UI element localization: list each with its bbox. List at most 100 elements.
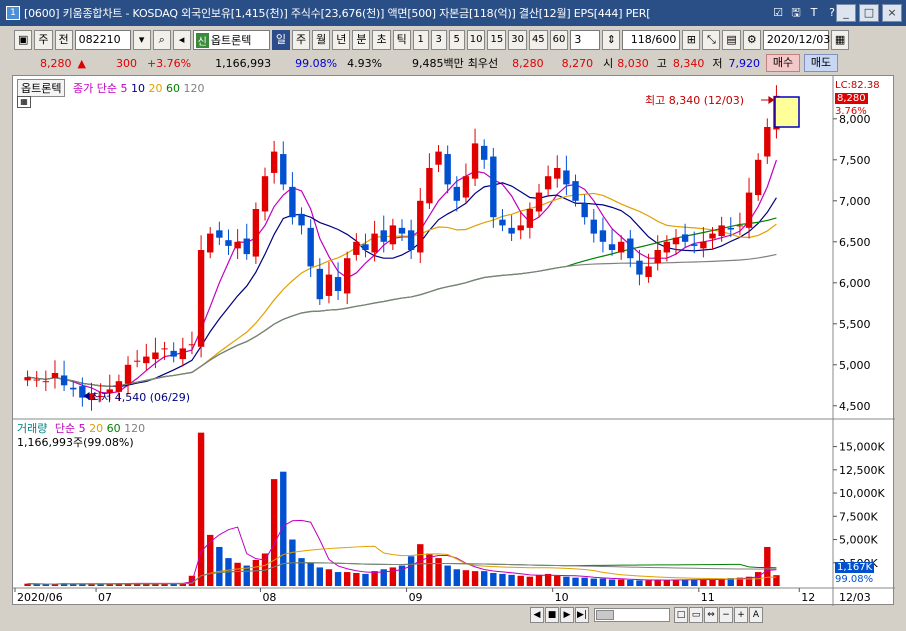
candle-body bbox=[389, 225, 397, 245]
candle-body bbox=[316, 268, 324, 300]
zoom-slider[interactable] bbox=[594, 608, 670, 622]
volume-bar bbox=[462, 570, 470, 586]
candle-body bbox=[70, 387, 77, 390]
candle-body bbox=[51, 373, 59, 378]
candle-body bbox=[700, 241, 707, 249]
interval-10[interactable]: 10 bbox=[466, 30, 486, 50]
scroll-right-icon[interactable]: ▶ bbox=[560, 607, 574, 623]
sound-icon[interactable]: ◂ bbox=[172, 30, 191, 50]
volume-bar bbox=[709, 579, 716, 586]
zoom-slider-thumb[interactable] bbox=[596, 610, 614, 620]
interval-spin-icon[interactable]: ⇕ bbox=[602, 30, 621, 50]
interval-input[interactable]: 3 bbox=[570, 30, 601, 50]
volume-bar bbox=[654, 579, 661, 586]
stock-name-box[interactable]: 신 옵트론텍 bbox=[192, 30, 270, 50]
volume-bar bbox=[617, 579, 625, 586]
zoom-in-icon[interactable]: + bbox=[734, 607, 748, 623]
stock-code-input[interactable]: 082210 bbox=[74, 30, 131, 50]
chart-area[interactable]: 8,000 7,500 7,000 6,500 6,000 5,500 5,000 4,500… bbox=[12, 75, 895, 606]
candle-body bbox=[490, 156, 497, 218]
save-chart-icon[interactable]: ▤ bbox=[722, 30, 741, 50]
stock-name: 옵트론텍 bbox=[210, 34, 252, 47]
settings-gear-icon[interactable]: ⚙ bbox=[742, 30, 761, 50]
high-annotation: 최고 8,340 (12/03) bbox=[645, 94, 745, 107]
grid-icon[interactable]: ▦ bbox=[17, 96, 31, 108]
low-label: 저 bbox=[712, 57, 723, 70]
tab-minute[interactable]: 분 bbox=[352, 30, 371, 50]
ask-price: 8,270 bbox=[561, 56, 594, 70]
x-tick-label: 12 bbox=[801, 591, 815, 604]
sell-button[interactable]: 매도 bbox=[804, 54, 838, 72]
buy-button[interactable]: 매수 bbox=[766, 54, 800, 72]
candle-body bbox=[353, 241, 360, 255]
count-input[interactable]: 118/600 bbox=[622, 30, 681, 50]
tab-daily[interactable]: 일 bbox=[271, 30, 290, 50]
scroll-left-icon[interactable]: ◀ bbox=[530, 607, 544, 623]
candle-body bbox=[334, 277, 342, 291]
candle-body bbox=[234, 241, 241, 249]
volume-bar bbox=[353, 572, 360, 586]
date-input[interactable]: 2020/12/03 bbox=[762, 30, 830, 50]
minimize-button[interactable]: _ bbox=[836, 4, 856, 22]
search-icon[interactable]: ⌕ bbox=[152, 30, 171, 50]
x-tick-label: 09 bbox=[409, 591, 423, 604]
candle-body bbox=[325, 274, 333, 296]
candle-body bbox=[709, 233, 716, 239]
interval-3[interactable]: 3 bbox=[430, 30, 447, 50]
volume-bar bbox=[700, 579, 707, 586]
candle-body bbox=[261, 176, 269, 212]
candle-body bbox=[718, 225, 725, 237]
layout-icon[interactable]: ▣ bbox=[14, 30, 33, 50]
volume-bar bbox=[417, 544, 424, 586]
tab-weekly[interactable]: 주 bbox=[291, 30, 311, 50]
stock-dropdown-icon[interactable]: ▾ bbox=[132, 30, 151, 50]
volume-bar bbox=[42, 584, 50, 586]
tab-yearly[interactable]: 년 bbox=[332, 30, 351, 50]
stock-label-box[interactable]: 옵트론텍 bbox=[17, 79, 66, 97]
candle-body bbox=[471, 143, 479, 179]
price-tick-label: 7,000 bbox=[839, 195, 871, 208]
candle-body bbox=[508, 227, 515, 234]
zoom-fit-icon[interactable]: ⇔ bbox=[704, 607, 718, 623]
checkbox-icon[interactable]: ☑ bbox=[770, 5, 786, 21]
candle-body bbox=[188, 344, 196, 346]
volume-bar bbox=[480, 571, 488, 586]
scroll-end-icon[interactable]: ▶| bbox=[575, 607, 589, 623]
indicator-icon[interactable]: ⊞ bbox=[682, 30, 701, 50]
stop-icon[interactable]: ■ bbox=[545, 607, 559, 623]
prev-button[interactable]: 전 bbox=[54, 30, 73, 50]
maximize-button[interactable]: □ bbox=[859, 4, 879, 22]
candle-body bbox=[380, 230, 387, 242]
interval-15[interactable]: 15 bbox=[487, 30, 507, 50]
candle-body bbox=[307, 227, 314, 267]
volume-bar bbox=[645, 580, 652, 586]
interval-60[interactable]: 60 bbox=[549, 30, 569, 50]
draw-tool-icon[interactable]: ⤡ bbox=[702, 30, 721, 50]
interval-30[interactable]: 30 bbox=[508, 30, 527, 50]
candle-body bbox=[435, 151, 442, 165]
tab-second[interactable]: 초 bbox=[372, 30, 391, 50]
ma-label: 종가 단순 bbox=[72, 82, 117, 95]
low-price: 7,920 bbox=[728, 56, 761, 70]
font-size-icon[interactable]: A bbox=[749, 607, 763, 623]
interval-45[interactable]: 45 bbox=[528, 30, 548, 50]
font-icon[interactable]: T bbox=[806, 5, 822, 21]
zoom-out-icon[interactable]: − bbox=[719, 607, 733, 623]
volume-tick-label: 5,000K bbox=[839, 534, 878, 547]
zoom-reset-icon[interactable]: □ bbox=[674, 607, 688, 623]
interval-5[interactable]: 5 bbox=[448, 30, 465, 50]
candle-body bbox=[572, 181, 579, 201]
volume-bar bbox=[627, 579, 634, 586]
tab-monthly[interactable]: 월 bbox=[312, 30, 331, 50]
candle-body bbox=[581, 203, 588, 218]
volume-bar bbox=[554, 575, 561, 586]
zoom-all-icon[interactable]: ▭ bbox=[689, 607, 703, 623]
interval-1[interactable]: 1 bbox=[412, 30, 429, 50]
low-annotation: 최저 4,540 (06/29) bbox=[91, 391, 191, 404]
price-ma-5-line bbox=[27, 159, 778, 394]
close-button[interactable]: × bbox=[882, 4, 902, 22]
period-type-select[interactable]: 주 bbox=[34, 30, 53, 50]
save-icon[interactable]: 🖫 bbox=[788, 5, 804, 21]
tab-tick[interactable]: 틱 bbox=[392, 30, 411, 50]
calendar-icon[interactable]: ▦ bbox=[830, 30, 850, 50]
